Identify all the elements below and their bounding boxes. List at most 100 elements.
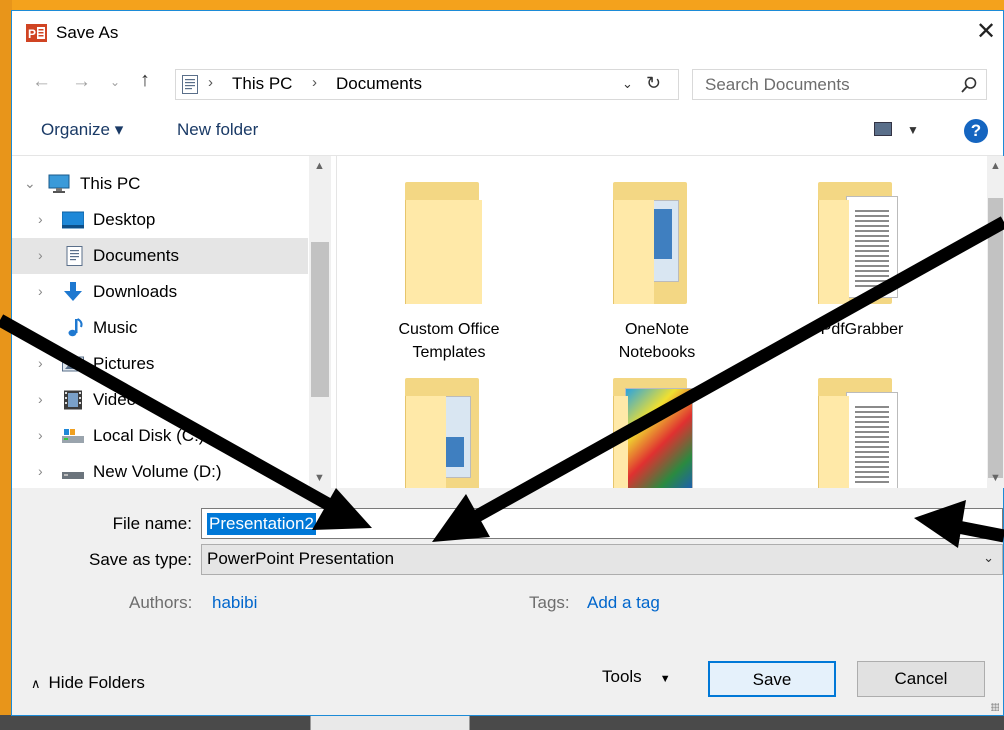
tags-label: Tags:: [529, 593, 570, 612]
file-name: Custom Office Templates: [398, 321, 500, 361]
desktop-icon: [62, 211, 84, 229]
new-folder-button[interactable]: New folder: [177, 120, 258, 140]
authors-label: Authors:: [129, 593, 193, 612]
tools-label: Tools: [602, 667, 642, 686]
nav-label: Pictures: [93, 354, 155, 373]
nav-item-documents[interactable]: › Documents: [12, 238, 308, 274]
nav-item-local-disk[interactable]: › Local Disk (C:): [12, 418, 308, 454]
tools-menu-button[interactable]: Tools ▼: [602, 667, 671, 687]
downloads-icon: [64, 282, 82, 301]
title-bar: P Save As ✕: [12, 11, 1003, 53]
scroll-up-icon[interactable]: ▲: [314, 160, 325, 172]
svg-text:P: P: [28, 27, 36, 41]
up-arrow-icon[interactable]: ↑: [140, 69, 150, 92]
file-name-input[interactable]: Presentation2: [201, 508, 1003, 539]
collapsed-chevron-icon[interactable]: ›: [38, 427, 43, 443]
folder-icon: [613, 182, 703, 304]
nav-label: New Volume (D:): [93, 462, 222, 481]
save-as-type-select[interactable]: PowerPoint Presentation ⌄: [201, 544, 1003, 575]
scroll-down-icon[interactable]: ▼: [314, 472, 325, 484]
file-list-pane: Custom Office Templates OneNote Notebooks: [337, 156, 987, 488]
save-as-type-label: Save as type:: [88, 550, 192, 569]
save-as-type-value: PowerPoint Presentation: [207, 549, 395, 568]
background-taskbar: [0, 715, 1004, 730]
music-icon: [68, 318, 83, 337]
nav-item-pictures[interactable]: › Pictures: [12, 346, 308, 382]
documents-icon: [66, 246, 83, 266]
nav-label: Local Disk (C:): [93, 426, 205, 445]
nav-label: Videos: [93, 390, 145, 409]
address-bar[interactable]: › This PC › Documents ⌄ ↻: [175, 69, 679, 100]
collapsed-chevron-icon[interactable]: ›: [38, 283, 43, 299]
breadcrumb-chevron-icon[interactable]: ›: [312, 74, 317, 91]
file-name-value: Presentation2: [207, 513, 316, 535]
authors-link[interactable]: habibi: [212, 593, 257, 613]
collapsed-chevron-icon[interactable]: ›: [38, 211, 43, 227]
search-input[interactable]: Search Documents: [692, 69, 987, 100]
documents-icon: [182, 75, 198, 94]
videos-icon: [64, 390, 82, 410]
nav-label: Downloads: [93, 282, 178, 301]
file-pane-scrollbar[interactable]: ▲ ▼: [987, 156, 1004, 488]
address-row: ← → ⌄ ↑ › This PC › Documents ⌄ ↻ Search…: [12, 53, 1003, 109]
expanded-chevron-icon[interactable]: ⌄: [24, 175, 36, 192]
tools-dropdown-icon: ▼: [659, 673, 671, 685]
search-placeholder: Search Documents: [705, 75, 850, 94]
hide-folders-button[interactable]: ∧ Hide Folders: [31, 673, 145, 693]
command-toolbar: Organize ▾ New folder ▼ ?: [12, 109, 1003, 156]
scroll-up-icon[interactable]: ▲: [990, 160, 1001, 172]
collapsed-chevron-icon[interactable]: ›: [38, 463, 43, 479]
navigation-pane: ⌄ This PC › Desktop › Documents › Downlo…: [12, 156, 337, 488]
background-tab: [310, 715, 470, 730]
resize-grip-icon[interactable]: [991, 703, 999, 711]
nav-pane-scrollbar[interactable]: ▲ ▼: [309, 156, 331, 488]
search-icon[interactable]: [960, 76, 978, 94]
scrollbar-thumb[interactable]: [311, 242, 329, 397]
collapsed-chevron-icon[interactable]: ›: [38, 247, 43, 263]
nav-item-this-pc[interactable]: ⌄ This PC: [12, 166, 308, 202]
nav-item-music[interactable]: Music: [12, 310, 308, 346]
window-title: Save As: [56, 23, 119, 42]
chevron-up-icon: ∧: [31, 676, 41, 691]
folder-icon: [405, 378, 495, 488]
view-options-icon[interactable]: [874, 122, 892, 136]
chevron-down-icon: ⌄: [983, 550, 994, 565]
pc-icon: [48, 174, 70, 193]
nav-label: Desktop: [93, 210, 156, 229]
save-as-dialog: P Save As ✕ ← → ⌄ ↑ › This PC › Document…: [11, 10, 1004, 716]
folder-icon: [818, 378, 908, 488]
pictures-icon: [62, 356, 84, 372]
folder-icon: [613, 378, 703, 488]
hide-folders-label: Hide Folders: [48, 673, 145, 692]
powerpoint-icon: P: [26, 24, 47, 42]
folder-icon: [405, 182, 495, 304]
recent-locations-chevron-icon[interactable]: ⌄: [110, 75, 120, 89]
drive-icon: [62, 472, 84, 479]
address-dropdown-icon[interactable]: ⌄: [622, 76, 633, 92]
cancel-button[interactable]: Cancel: [857, 661, 985, 697]
nav-label: This PC: [80, 174, 141, 193]
breadcrumb-chevron-icon[interactable]: ›: [208, 74, 213, 91]
nav-item-new-volume[interactable]: › New Volume (D:): [12, 454, 308, 490]
scrollbar-thumb[interactable]: [988, 198, 1003, 478]
nav-item-downloads[interactable]: › Downloads: [12, 274, 308, 310]
local-disk-icon: [62, 429, 84, 443]
scroll-down-icon[interactable]: ▼: [990, 472, 1001, 484]
breadcrumb-this-pc[interactable]: This PC: [232, 74, 292, 94]
forward-arrow-icon[interactable]: →: [72, 71, 91, 93]
collapsed-chevron-icon[interactable]: ›: [38, 391, 43, 407]
back-arrow-icon[interactable]: ←: [32, 71, 51, 93]
file-name: OneNote Notebooks: [618, 321, 696, 361]
help-icon[interactable]: ?: [964, 119, 988, 143]
nav-label: Music: [93, 318, 138, 337]
add-tag-link[interactable]: Add a tag: [587, 593, 660, 613]
nav-item-videos[interactable]: › Videos: [12, 382, 308, 418]
nav-item-desktop[interactable]: › Desktop: [12, 202, 308, 238]
save-button[interactable]: Save: [708, 661, 836, 697]
collapsed-chevron-icon[interactable]: ›: [38, 355, 43, 371]
close-icon[interactable]: ✕: [971, 17, 1001, 47]
organize-menu-button[interactable]: Organize ▾: [41, 120, 123, 140]
view-options-dropdown-icon[interactable]: ▼: [907, 123, 919, 137]
breadcrumb-documents[interactable]: Documents: [336, 74, 422, 94]
refresh-icon[interactable]: ↻: [646, 73, 661, 94]
